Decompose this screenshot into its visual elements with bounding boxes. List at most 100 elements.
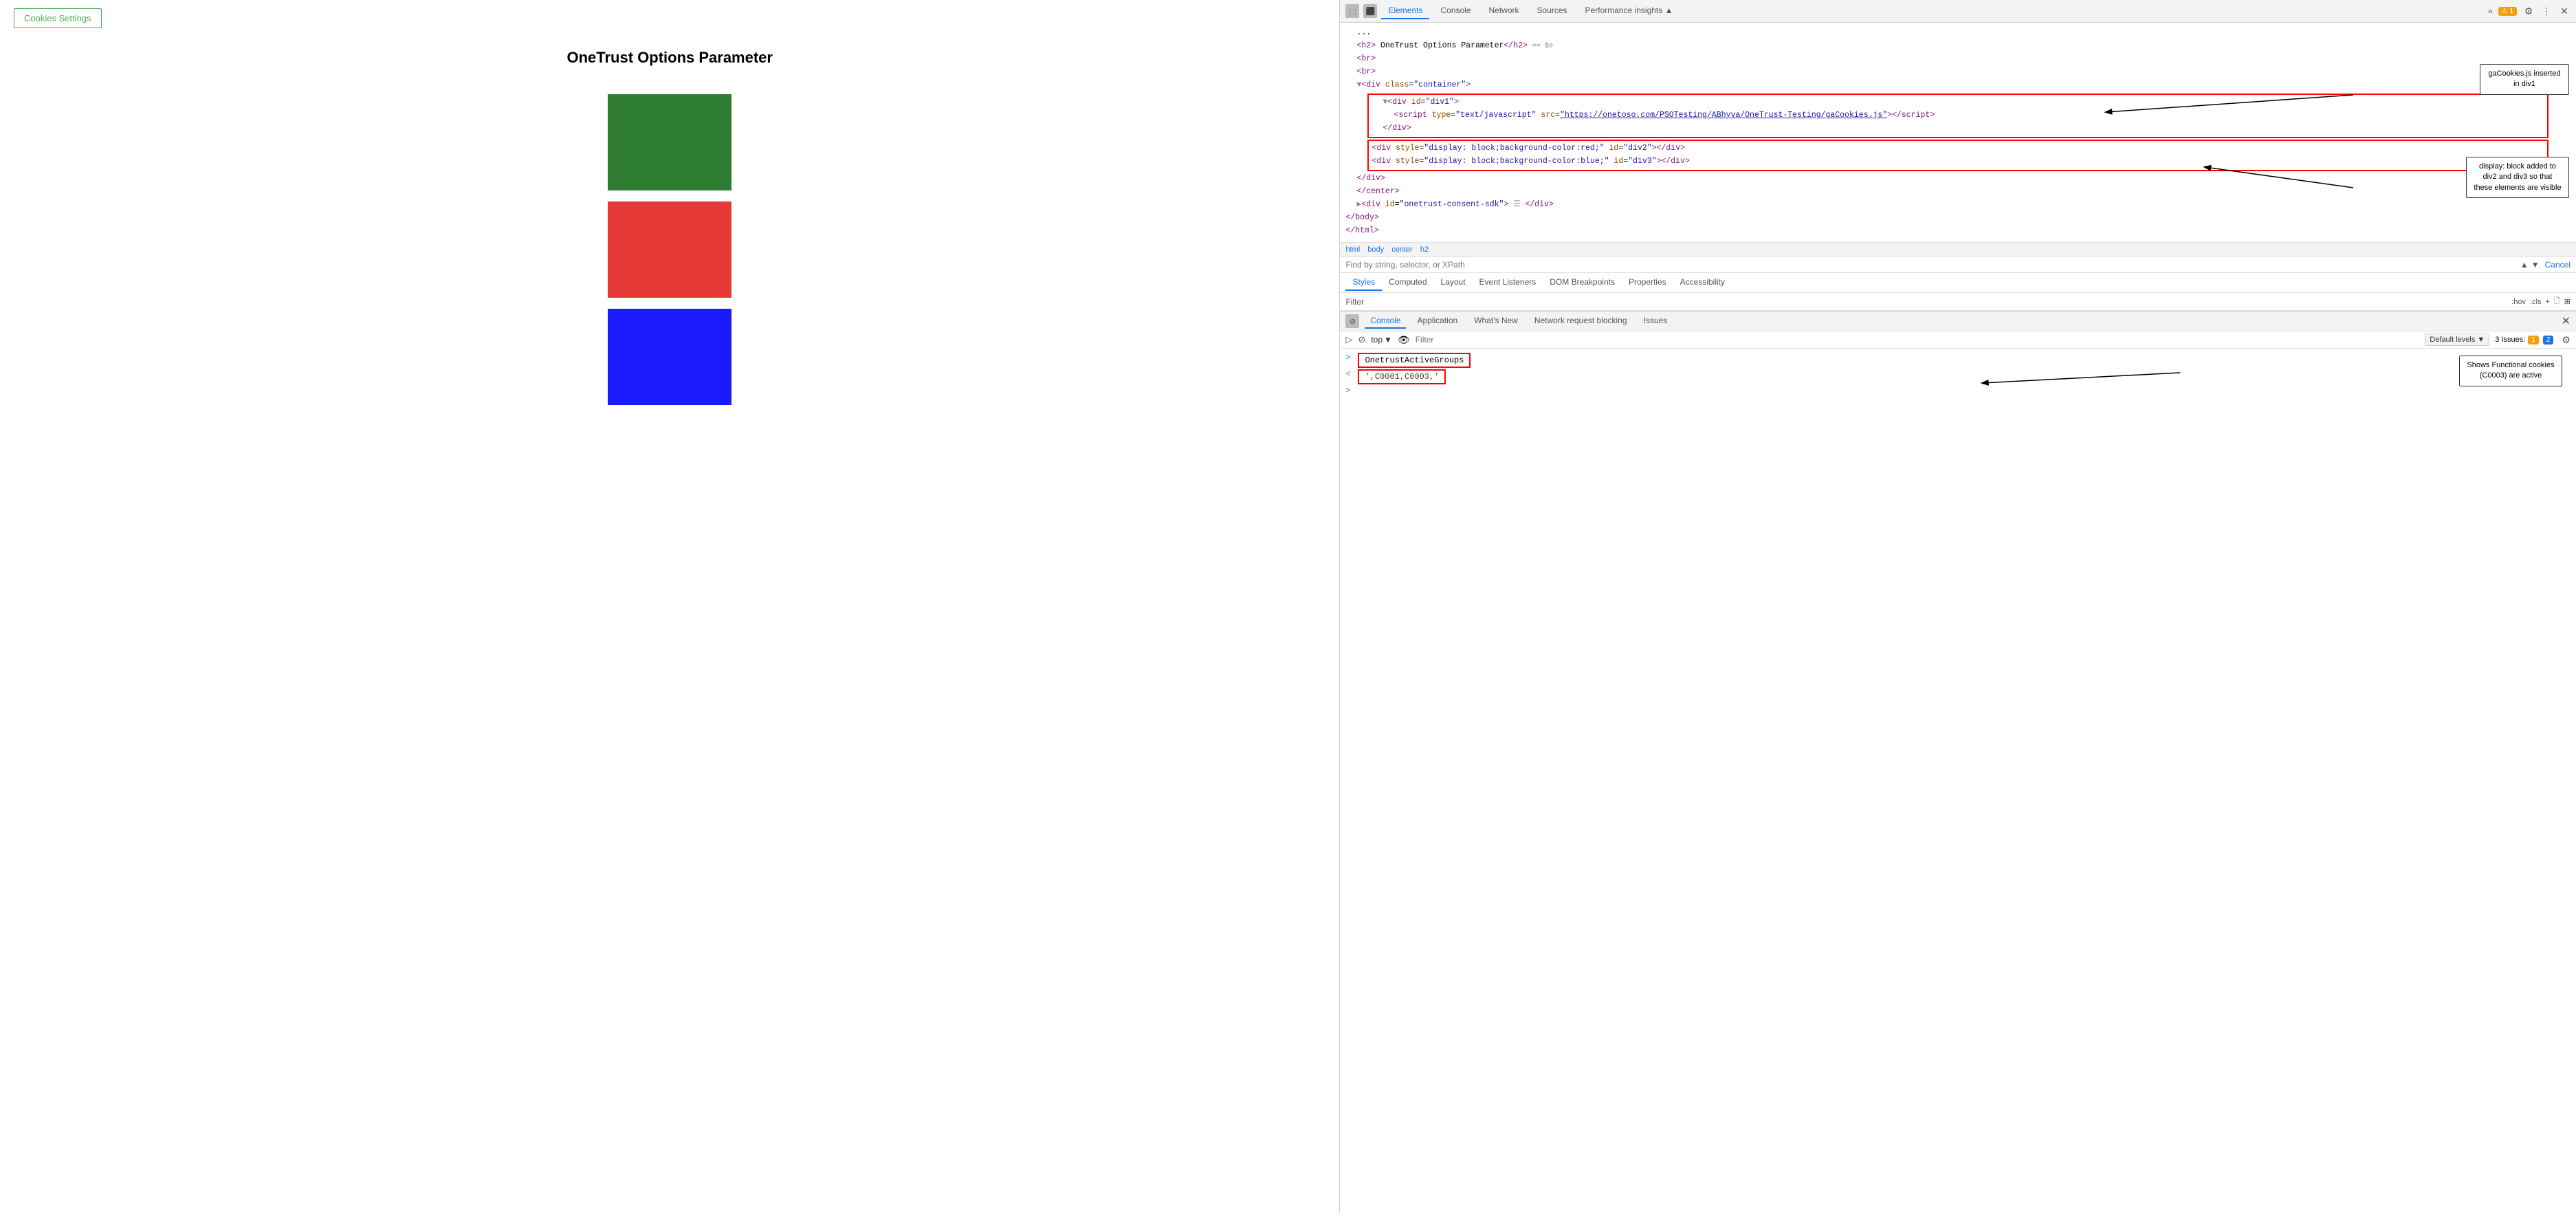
tab-console-main[interactable]: Console [1365,314,1406,329]
tab-network-request-blocking[interactable]: Network request blocking [1529,314,1633,329]
tab-sources[interactable]: Sources [1530,3,1574,19]
html-line-center-close: </center> [1345,186,2571,199]
console-line-expand[interactable]: > [1345,386,2571,395]
html-line-script[interactable]: <script type="text/javascript" src="http… [1372,109,2544,122]
green-block [608,94,731,190]
settings-icon[interactable]: ⚙ [2522,5,2535,17]
more-options-icon[interactable]: ⋮ [2540,5,2553,17]
console-result-text: ',C0001,C0003,' [1365,372,1439,382]
tab-performance[interactable]: Performance insights ▲ [1578,3,1680,19]
html-line-h2[interactable]: <h2> OneTrust Options Parameter</h2> == … [1345,40,2571,53]
console-expand-arrow[interactable]: > [1345,386,1355,395]
html-line-br2: <br> [1345,66,2571,79]
html-line-container[interactable]: ▼<div class="container"> [1345,79,2571,92]
tab-computed[interactable]: Computed [1382,274,1433,291]
cookies-settings-button[interactable]: Cookies Settings [14,8,102,28]
html-line-onetrust[interactable]: ▶<div id="onetrust-consent-sdk"> ☰ </div… [1345,199,2571,212]
tab-network[interactable]: Network [1482,3,1526,19]
elements-area: ... <h2> OneTrust Options Parameter</h2>… [1340,23,2576,243]
bottom-console-panel: ⊘ Console Application What's New Network… [1340,311,2576,1213]
new-style-icon[interactable]: 🗋 [2554,295,2560,308]
styles-tabs: Styles Computed Layout Event Listeners D… [1340,273,2576,293]
hov-button[interactable]: :hov [2511,298,2526,306]
tab-layout[interactable]: Layout [1434,274,1473,291]
tab-event-listeners[interactable]: Event Listeners [1473,274,1543,291]
breadcrumb-center[interactable]: center [1391,245,1413,254]
issues-badge-2: 2 [2543,336,2554,345]
tab-issues[interactable]: Issues [1638,314,1673,329]
top-dropdown[interactable]: top ▼ [1371,335,1392,345]
color-blocks [14,94,1325,405]
html-line: ... [1345,27,2571,40]
console-command-text: OnetrustActiveGroups [1365,356,1464,365]
console-command-highlight[interactable]: OnetrustActiveGroups [1358,353,1471,368]
find-cancel[interactable]: Cancel [2545,260,2571,270]
console-execute-icon[interactable]: ▷ [1345,334,1352,345]
tab-elements[interactable]: Elements [1381,3,1429,19]
find-next-icon[interactable]: ▼ [2531,260,2540,270]
inspect-icon[interactable]: ⬛ [1363,4,1377,18]
callout-functional-cookies: Shows Functional cookies (C0003) are act… [2459,356,2562,386]
html-line-html-close: </html> [1345,225,2571,238]
toolbar-right: » ⚠ 1 ⚙ ⋮ ✕ [2488,5,2571,17]
blue-block [608,309,731,405]
cursor-icon[interactable]: ⬚ [1345,4,1359,18]
console-filter-bar: ▷ ⊘ top ▼ 👁 Default levels ▼ 3 Issues: 1… [1340,331,2576,349]
html-line-br1: <br> [1345,53,2571,66]
issues-badge-1: 1 [2528,336,2539,345]
default-levels-button[interactable]: Default levels ▼ [2425,334,2489,346]
filter-bar: Filter :hov .cls + 🗋 ⊞ [1340,293,2576,311]
devtools-toolbar: ⬚ ⬛ Elements Console Network Sources Per… [1340,0,2576,23]
page-title: OneTrust Options Parameter [14,49,1325,67]
filter-label[interactable]: Filter [1345,297,1364,307]
console-clear-icon[interactable]: ⊘ [1345,314,1359,328]
filter-right-controls: :hov .cls + 🗋 ⊞ [2511,295,2571,308]
close-icon[interactable]: ✕ [2558,5,2571,17]
cls-button[interactable]: .cls [2530,298,2542,306]
tab-properties[interactable]: Properties [1622,274,1673,291]
warning-badge: ⚠ 1 [2498,7,2517,16]
html-line-div2[interactable]: <div style="display: block;background-co… [1372,142,2544,155]
html-line-div1[interactable]: ▼<div id="div1"> [1372,96,2544,109]
callout-display-block: display: block added to div2 and div3 so… [2466,157,2569,198]
console-stop-icon[interactable]: ⊘ [1358,334,1365,345]
breadcrumb-h2[interactable]: h2 [1420,245,1429,254]
console-line-command: > OnetrustActiveGroups [1345,353,2571,368]
issues-count: 3 Issues: 1 2 [2495,336,2553,345]
breadcrumbs: html body center h2 [1340,243,2576,257]
console-result-highlight: ',C0001,C0003,' [1358,369,1446,384]
find-input[interactable] [1345,260,2514,270]
tab-console[interactable]: Console [1433,3,1477,19]
callout-gacookies: gaCookies.js inserted in div1 [2480,64,2569,95]
find-bar: ▲ ▼ Cancel [1340,257,2576,273]
callout3-arrow [1340,349,2576,1213]
eye-icon[interactable]: 👁 [1398,334,1410,346]
html-line-container-close: </div> [1345,173,2571,186]
find-prev-icon[interactable]: ▲ [2520,260,2529,270]
more-tabs-icon[interactable]: » [2488,6,2493,16]
html-line-body-close: </body> [1345,212,2571,225]
issues-label: 3 Issues: [2495,336,2525,344]
devtools-panel: ⬚ ⬛ Elements Console Network Sources Per… [1339,0,2576,1213]
tab-application[interactable]: Application [1411,314,1463,329]
tab-dom-breakpoints[interactable]: DOM Breakpoints [1543,274,1622,291]
find-arrows: ▲ ▼ [2520,260,2540,270]
left-panel: Cookies Settings OneTrust Options Parame… [0,0,1339,1213]
console-close-icon[interactable]: ✕ [2562,314,2571,328]
more-styles-icon[interactable]: ⊞ [2564,297,2571,306]
console-filter-input[interactable] [1416,335,2420,345]
html-line-div3[interactable]: <div style="display: block;background-co… [1372,155,2544,168]
console-result-arrow: < [1345,369,1355,379]
tab-whats-new[interactable]: What's New [1468,314,1523,329]
tab-accessibility[interactable]: Accessibility [1673,274,1732,291]
div1-highlight: ▼<div id="div1"> <script type="text/java… [1367,94,2549,138]
console-input-arrow: > [1345,353,1355,362]
breadcrumb-html[interactable]: html [1345,245,1360,254]
dropdown-arrow: ▼ [1384,335,1392,345]
div2-div3-highlight: <div style="display: block;background-co… [1367,140,2549,171]
console-output: > OnetrustActiveGroups < ',C0001,C0003,'… [1340,349,2576,1213]
breadcrumb-body[interactable]: body [1367,245,1384,254]
add-rule-icon[interactable]: + [2545,298,2549,306]
console-settings-icon[interactable]: ⚙ [2562,334,2571,346]
tab-styles[interactable]: Styles [1345,274,1382,291]
